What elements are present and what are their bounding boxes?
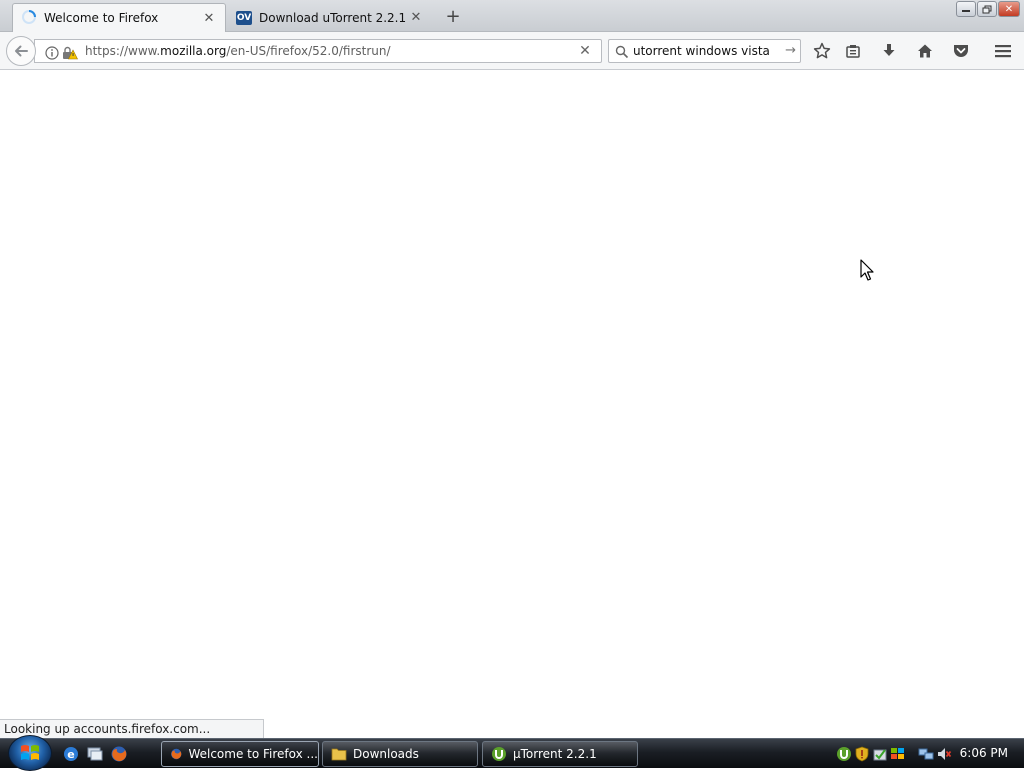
bookmarks-menu-icon[interactable] [842,40,864,62]
restore-button[interactable] [977,1,997,17]
tab-strip: Welcome to Firefox ✕ OV Download uTorren… [0,0,1024,32]
oldversion-favicon-icon: OV [236,10,252,25]
search-go-icon[interactable]: → [785,43,796,58]
close-icon[interactable]: ✕ [201,10,217,26]
search-icon [611,41,633,63]
url-path: /en-US/firefox/52.0/firstrun/ [226,44,391,58]
firefox-icon[interactable] [110,745,128,763]
back-button[interactable] [6,36,36,66]
pocket-icon[interactable] [950,40,972,62]
minimize-button[interactable] [956,1,976,17]
url-host: mozilla.org [160,44,227,58]
firefox-icon [171,748,182,760]
security-shield-icon[interactable] [854,746,870,762]
network-icon[interactable] [918,746,934,762]
bookmark-star-icon[interactable] [811,40,833,62]
taskbar-button-firefox[interactable]: Welcome to Firefox ... [161,741,319,767]
status-panel: Looking up accounts.firefox.com... [0,719,264,738]
utorrent-icon [492,747,506,761]
start-button[interactable] [8,735,52,771]
stop-loading-icon[interactable]: ✕ [577,43,593,59]
close-icon[interactable]: ✕ [408,10,424,26]
internet-explorer-icon[interactable]: e [62,745,80,763]
taskbar-clock[interactable]: 6:06 PM [960,746,1008,760]
utorrent-tray-icon[interactable] [836,746,852,762]
navigation-toolbar: https://www.mozilla.org/en-US/firefox/52… [0,32,1024,70]
mouse-cursor-icon [860,259,874,281]
volume-muted-icon[interactable] [936,746,952,762]
url-text: https://www.mozilla.org/en-US/firefox/52… [85,44,391,58]
page-content [0,71,1024,738]
taskbar: e Welcome to Firefox ... Downloads µTorr… [0,735,1024,771]
window-controls: ✕ [956,1,1020,17]
windows-logo-icon [21,745,39,760]
update-check-icon[interactable] [872,746,888,762]
show-desktop-icon[interactable] [86,745,104,763]
folder-icon [331,748,347,761]
taskbar-button-label: Downloads [353,747,419,761]
hamburger-menu-icon[interactable] [992,40,1014,62]
taskbar-button-label: µTorrent 2.2.1 [513,747,597,761]
downloads-icon[interactable] [878,40,900,62]
loading-spinner-icon [21,9,37,28]
tab-download-utorrent[interactable]: OV Download uTorrent 2.2.1 f... ✕ [228,3,432,32]
url-prefix: https://www. [85,44,161,58]
new-tab-button[interactable]: + [442,6,464,27]
arrow-left-icon [15,45,28,57]
search-input-value[interactable]: utorrent windows vista [633,44,770,58]
close-window-button[interactable]: ✕ [998,1,1020,17]
lock-warning-icon[interactable] [59,42,81,64]
taskbar-button-downloads[interactable]: Downloads [322,741,478,767]
url-bar[interactable]: https://www.mozilla.org/en-US/firefox/52… [34,39,602,63]
windows-flag-icon[interactable] [890,746,906,762]
tab-title: Welcome to Firefox [44,11,159,25]
taskbar-button-label: Welcome to Firefox ... [188,747,318,761]
search-bar[interactable]: utorrent windows vista → [608,39,801,63]
home-icon[interactable] [914,40,936,62]
svg-text:e: e [67,748,74,761]
tab-welcome-to-firefox[interactable]: Welcome to Firefox ✕ [12,3,226,32]
tab-title: Download uTorrent 2.2.1 f... [259,10,408,25]
taskbar-button-utorrent[interactable]: µTorrent 2.2.1 [482,741,638,767]
